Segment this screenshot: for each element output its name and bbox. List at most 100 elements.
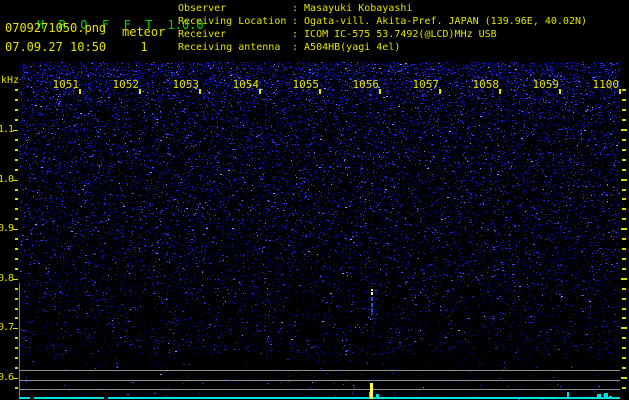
freq-minor-tick (15, 218, 18, 220)
right-freq-minor-tick (622, 149, 626, 151)
freq-tick-label: 0.7 (0, 322, 14, 334)
right-freq-minor-tick (622, 367, 626, 369)
right-freq-minor-tick (622, 387, 626, 389)
info-value: : Ogata-vill. Akita-Pref. JAPAN (139.96E… (292, 16, 588, 27)
time-tick-label: 1058 (472, 78, 500, 91)
output-filename: 0709271050.png (5, 21, 107, 35)
right-freq-major-tick (621, 228, 627, 230)
info-row: Receiver : ICOM IC-575 53.7492(@LCD)MHz U… (178, 28, 587, 41)
info-value: : Masayuki Kobayashi (292, 3, 413, 14)
freq-minor-tick (15, 238, 18, 240)
freq-minor-tick (15, 159, 18, 161)
freq-minor-tick (15, 139, 18, 141)
right-freq-minor-tick (622, 258, 626, 260)
freq-tick-label: 0.8 (0, 272, 14, 284)
right-freq-major-tick (621, 278, 627, 280)
spectrogram-canvas (19, 62, 620, 400)
freq-major-tick (13, 278, 18, 280)
time-tick (139, 89, 141, 94)
time-tick-label: 1100 (592, 78, 620, 91)
freq-minor-tick (15, 308, 18, 310)
right-freq-major-tick (621, 179, 627, 181)
time-tick-label: 1057 (412, 78, 440, 91)
right-freq-minor-tick (622, 109, 626, 111)
right-freq-minor-tick (622, 238, 626, 240)
freq-minor-tick (15, 268, 18, 270)
freq-major-tick (13, 378, 18, 379)
right-freq-minor-tick (622, 89, 626, 91)
right-freq-minor-tick (622, 119, 626, 121)
time-tick-label: 1053 (172, 78, 200, 91)
right-freq-major-tick (621, 327, 627, 329)
freq-minor-tick (15, 198, 18, 200)
freq-minor-tick (15, 317, 18, 319)
time-tick-label: 1051 (52, 78, 80, 91)
right-freq-minor-tick (622, 357, 626, 359)
right-freq-minor-tick (622, 308, 626, 310)
time-tick (499, 89, 501, 94)
time-tick-label: 1056 (352, 78, 380, 91)
right-freq-minor-tick (622, 198, 626, 200)
info-label: Observer (178, 3, 227, 14)
hrofft-screen: H R O F F T 1.0.0 0709271050.png meteor 0… (0, 0, 629, 400)
station-info: Observer : Masayuki Kobayashi Receiving Lo… (178, 2, 587, 54)
right-freq-minor-tick (622, 268, 626, 270)
freq-axis-unit: kHz (1, 75, 20, 86)
time-tick (319, 89, 321, 94)
right-freq-minor-tick (622, 218, 626, 220)
time-tick-label: 1055 (292, 78, 320, 91)
info-value: : ICOM IC-575 53.7492(@LCD)MHz USB (292, 29, 497, 40)
right-freq-minor-tick (622, 317, 626, 319)
right-freq-major-tick (621, 377, 627, 379)
timestamp: 07.09.27 10:50 (5, 40, 107, 54)
freq-minor-tick (15, 89, 18, 91)
right-freq-minor-tick (622, 208, 626, 210)
right-freq-minor-tick (622, 337, 626, 339)
time-tick (259, 89, 261, 94)
mode-label: meteor (122, 25, 166, 39)
freq-tick-label: 1.0 (0, 173, 14, 185)
echo-count-value: 1 (140, 40, 148, 54)
freq-minor-tick (15, 288, 18, 290)
time-tick-label: 1052 (112, 78, 140, 91)
right-freq-minor-tick (622, 298, 626, 300)
freq-tick-label: 0.9 (0, 223, 14, 235)
info-row: Receiving antenna : A504HB(yagi 4el) (178, 41, 587, 54)
freq-minor-tick (15, 119, 18, 121)
freq-minor-tick (15, 149, 18, 151)
info-value: : A504HB(yagi 4el) (292, 42, 401, 53)
time-tick (379, 89, 381, 94)
info-label: Receiver (178, 29, 227, 40)
right-freq-minor-tick (622, 159, 626, 161)
freq-minor-tick (15, 387, 18, 389)
freq-minor-tick (15, 248, 18, 250)
freq-minor-tick (15, 298, 18, 300)
freq-major-tick (13, 130, 18, 131)
freq-minor-tick (15, 347, 18, 349)
time-tick (559, 89, 561, 94)
freq-minor-tick (15, 357, 18, 359)
time-tick (439, 89, 441, 94)
time-tick (619, 89, 621, 94)
right-freq-minor-tick (622, 248, 626, 250)
right-freq-minor-tick (622, 288, 626, 290)
freq-minor-tick (15, 258, 18, 260)
freq-minor-tick (15, 208, 18, 210)
right-freq-major-tick (621, 129, 627, 131)
right-freq-minor-tick (622, 139, 626, 141)
info-label: Receiving antenna (178, 42, 281, 53)
freq-major-tick (13, 229, 18, 231)
info-row: Observer : Masayuki Kobayashi (178, 2, 587, 15)
info-row: Receiving Location: Ogata-vill. Akita-Pr… (178, 15, 587, 28)
freq-minor-tick (15, 99, 18, 101)
time-tick-label: 1054 (232, 78, 260, 91)
freq-tick-label: 1.1 (0, 124, 14, 135)
right-freq-minor-tick (622, 169, 626, 171)
freq-major-tick (13, 179, 18, 181)
freq-minor-tick (15, 337, 18, 339)
time-tick (199, 89, 201, 94)
right-freq-minor-tick (622, 347, 626, 349)
freq-major-tick (13, 328, 18, 330)
freq-tick-label: 0.6 (0, 372, 14, 383)
freq-minor-tick (15, 109, 18, 111)
